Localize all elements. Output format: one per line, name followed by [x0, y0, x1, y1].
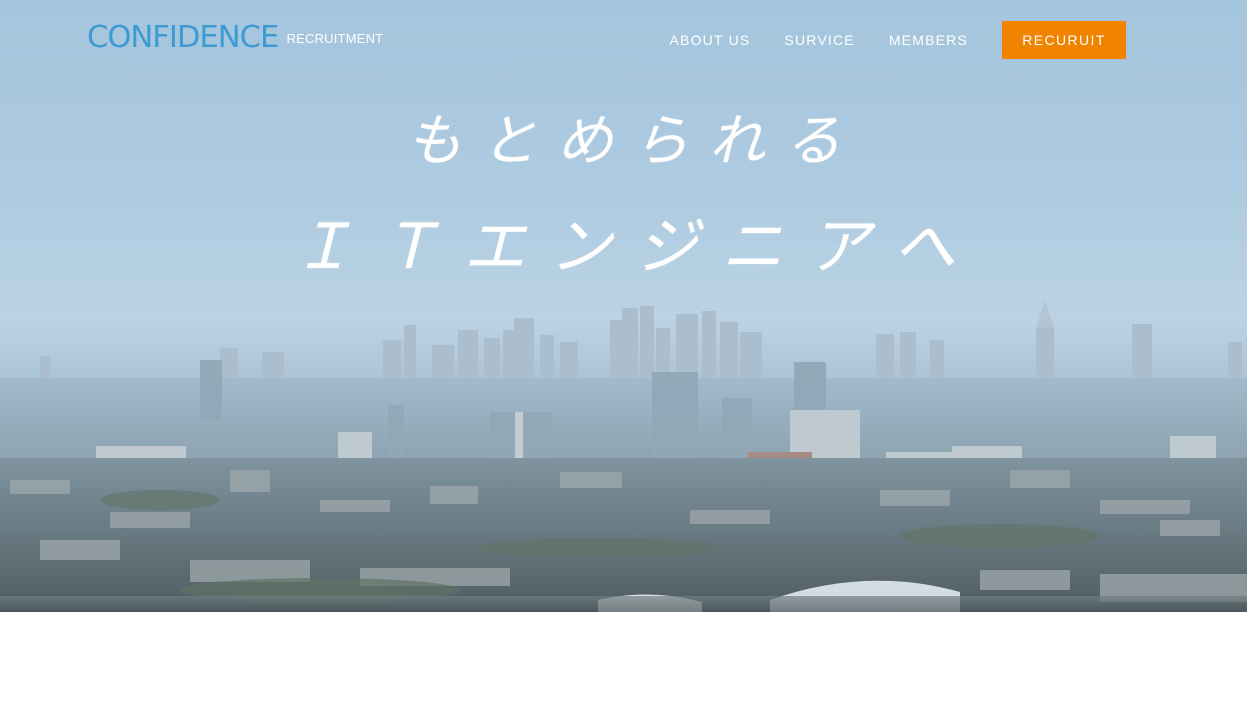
nav-service-link[interactable]: SURVICE	[784, 32, 854, 48]
city-skyline-photo	[0, 300, 1247, 612]
recruit-button[interactable]: RECURUIT	[1002, 21, 1126, 59]
nav-members-link[interactable]: MEMBERS	[889, 32, 968, 48]
nav-about-us-link[interactable]: ABOUT US	[670, 32, 751, 48]
site-header: CONFIDENCE RECRUITMENT ABOUT US SURVICE …	[0, 0, 1247, 80]
hero-section: CONFIDENCE RECRUITMENT ABOUT US SURVICE …	[0, 0, 1247, 612]
logo-subtitle: RECRUITMENT	[286, 31, 384, 46]
content-area	[0, 612, 1247, 726]
hero-catchcopy-line1: もとめられる	[406, 109, 861, 174]
hero-catchcopy-line2: ＩＴエンジニアへ	[291, 210, 980, 283]
main-nav: ABOUT US SURVICE MEMBERS RECURUIT	[670, 21, 1126, 59]
site-logo[interactable]: CONFIDENCE RECRUITMENT	[87, 20, 383, 56]
logo-wordmark: CONFIDENCE	[87, 20, 279, 55]
